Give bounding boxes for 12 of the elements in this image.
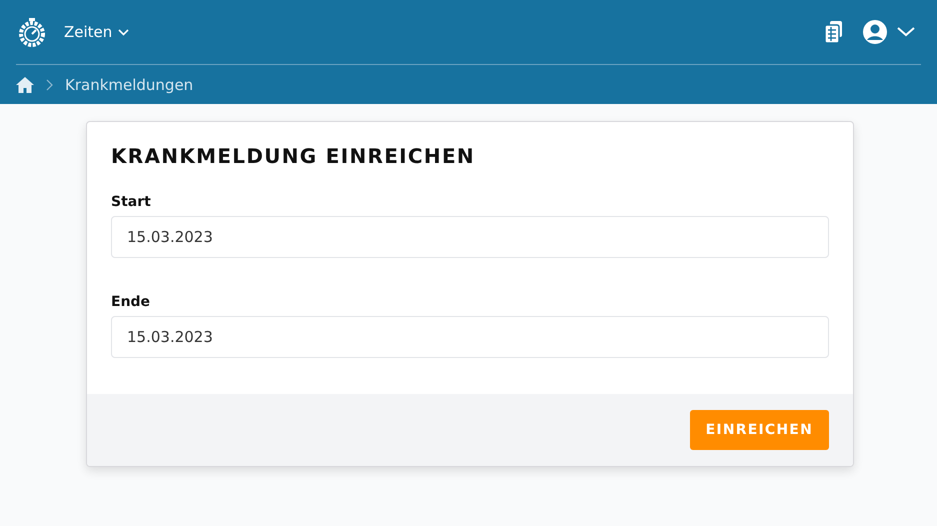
documents-icon xyxy=(823,20,845,44)
menu-dropdown[interactable]: Zeiten xyxy=(64,23,130,41)
breadcrumb-link[interactable]: Krankmeldungen xyxy=(65,76,194,94)
stopwatch-gear-icon xyxy=(16,16,48,48)
form-title: KRANKMELDUNG EINREICHEN xyxy=(111,144,476,168)
field-label: Ende xyxy=(111,294,152,310)
date-field[interactable]: 15.03.2023 xyxy=(111,316,829,358)
date-field[interactable]: 15.03.2023 xyxy=(111,216,829,258)
field-label: Start xyxy=(111,194,152,210)
chevron-down-icon xyxy=(118,28,130,36)
home-icon[interactable] xyxy=(16,77,34,93)
chevron-right-icon xyxy=(46,79,53,91)
